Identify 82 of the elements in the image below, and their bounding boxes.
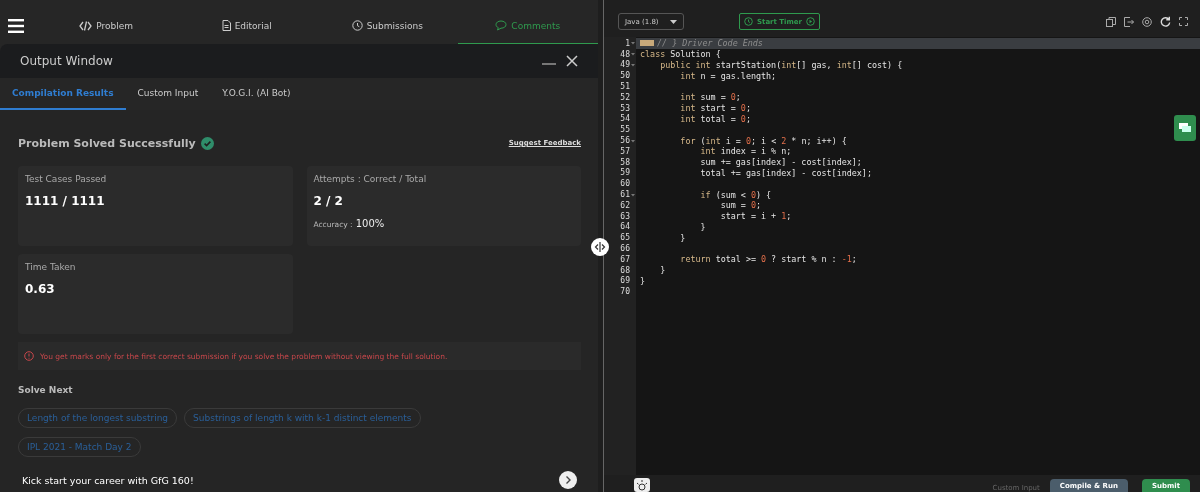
line-number: 1 <box>625 38 630 48</box>
status-text: Problem Solved Successfully <box>18 136 196 150</box>
line-number: 69 <box>620 276 630 286</box>
line-number: 68 <box>620 265 630 275</box>
line-number: 50 <box>620 71 630 81</box>
line-number: 58 <box>620 157 630 167</box>
fold-marker-icon[interactable] <box>631 63 635 67</box>
chat-bubble-icon[interactable] <box>1174 115 1196 141</box>
code-line: for (int i = 0; i < 2 * n; i++) { <box>679 135 847 146</box>
code-line: int start = 0; <box>679 103 751 114</box>
code-line: if (sum < 0) { <box>699 189 772 200</box>
line-number: 64 <box>620 222 630 232</box>
stat-label: Test Cases Passed <box>25 174 108 184</box>
line-number: 59 <box>620 168 630 178</box>
folded-code-marker[interactable] <box>640 40 654 47</box>
code-line: } <box>659 265 666 276</box>
code-line: int total = 0; <box>679 113 751 124</box>
problem-tab[interactable]: Submissions <box>317 8 458 44</box>
caret-icon <box>670 19 677 24</box>
code-line: start = i + 1; <box>719 211 792 222</box>
window-title: Output Window <box>20 54 113 68</box>
line-number: 48 <box>620 49 630 59</box>
code-line: } <box>640 275 646 286</box>
line-number: 62 <box>620 200 630 210</box>
line-number: 65 <box>620 233 630 243</box>
stat-label: Attempts : Correct / Total <box>313 174 428 184</box>
problem-tab[interactable]: Problem <box>36 8 177 44</box>
code-line: sum += gas[index] - cost[index]; <box>699 157 862 168</box>
line-number: 55 <box>620 125 630 135</box>
line-number: 66 <box>620 244 630 254</box>
check-circle-icon <box>200 136 214 150</box>
code-line: } <box>679 232 686 243</box>
menu-icon[interactable] <box>8 19 24 33</box>
promo-text: Kick start your career with GfG 160! <box>22 474 194 486</box>
code-line: int n = gas.length; <box>679 70 777 81</box>
arrow-button-icon[interactable] <box>559 471 577 489</box>
output-tab[interactable]: Custom Input <box>125 78 211 110</box>
line-number: 70 <box>620 287 630 297</box>
line-number: 56 <box>620 136 630 146</box>
problem-tab[interactable]: Editorial <box>176 8 317 44</box>
code-line: int sum = 0; <box>679 92 741 103</box>
bulb-icon[interactable] <box>634 478 650 492</box>
stat-value: 2 / 2 <box>313 194 344 208</box>
code-line: int index = i % n; <box>699 146 792 157</box>
line-number: 54 <box>620 114 630 124</box>
code-line: total += gas[index] - cost[index]; <box>699 167 872 178</box>
document-icon <box>221 20 231 31</box>
fullscreen-icon[interactable] <box>1179 17 1188 26</box>
stat-value: 1111 / 1111 <box>25 194 106 208</box>
clock-icon <box>351 20 363 31</box>
line-number: 53 <box>620 103 630 113</box>
output-tab[interactable]: Compilation Results <box>0 78 126 110</box>
info-icon <box>24 351 34 361</box>
close-icon[interactable] <box>566 55 578 67</box>
settings-icon[interactable] <box>1142 16 1152 27</box>
code-line: class Solution { <box>640 49 721 60</box>
reset-icon[interactable] <box>1160 16 1171 27</box>
code-line: sum = 0; <box>719 200 762 211</box>
output-tab[interactable]: Y.O.G.I. (AI Bot) <box>210 78 303 110</box>
code-line: } <box>699 221 706 232</box>
export-icon[interactable] <box>1124 16 1134 27</box>
code-line: return total >= 0 ? start % n : -1; <box>679 254 857 265</box>
line-number: 60 <box>620 179 630 189</box>
clock-icon <box>744 17 753 26</box>
line-number: 63 <box>620 211 630 221</box>
section-title: Solve Next <box>18 385 74 395</box>
code-icon <box>79 20 93 31</box>
accuracy-value: 100% <box>355 218 385 229</box>
line-number: 61 <box>620 190 630 200</box>
code-line: // } Driver Code Ends <box>657 38 763 49</box>
stat-value: 0.63 <box>25 282 56 296</box>
copy-icon[interactable] <box>1106 16 1116 27</box>
play-icon <box>806 17 815 26</box>
line-number: 51 <box>620 82 630 92</box>
line-number: 57 <box>620 146 630 156</box>
line-number: 67 <box>620 254 630 264</box>
line-number: 52 <box>620 92 630 102</box>
minimize-icon[interactable] <box>542 62 556 66</box>
stat-label: Time Taken <box>25 262 77 272</box>
code-line: public int startStation(int[] gas, int[] cost) { <box>659 60 903 70</box>
chat-icon <box>495 20 508 31</box>
line-number: 49 <box>620 60 630 70</box>
